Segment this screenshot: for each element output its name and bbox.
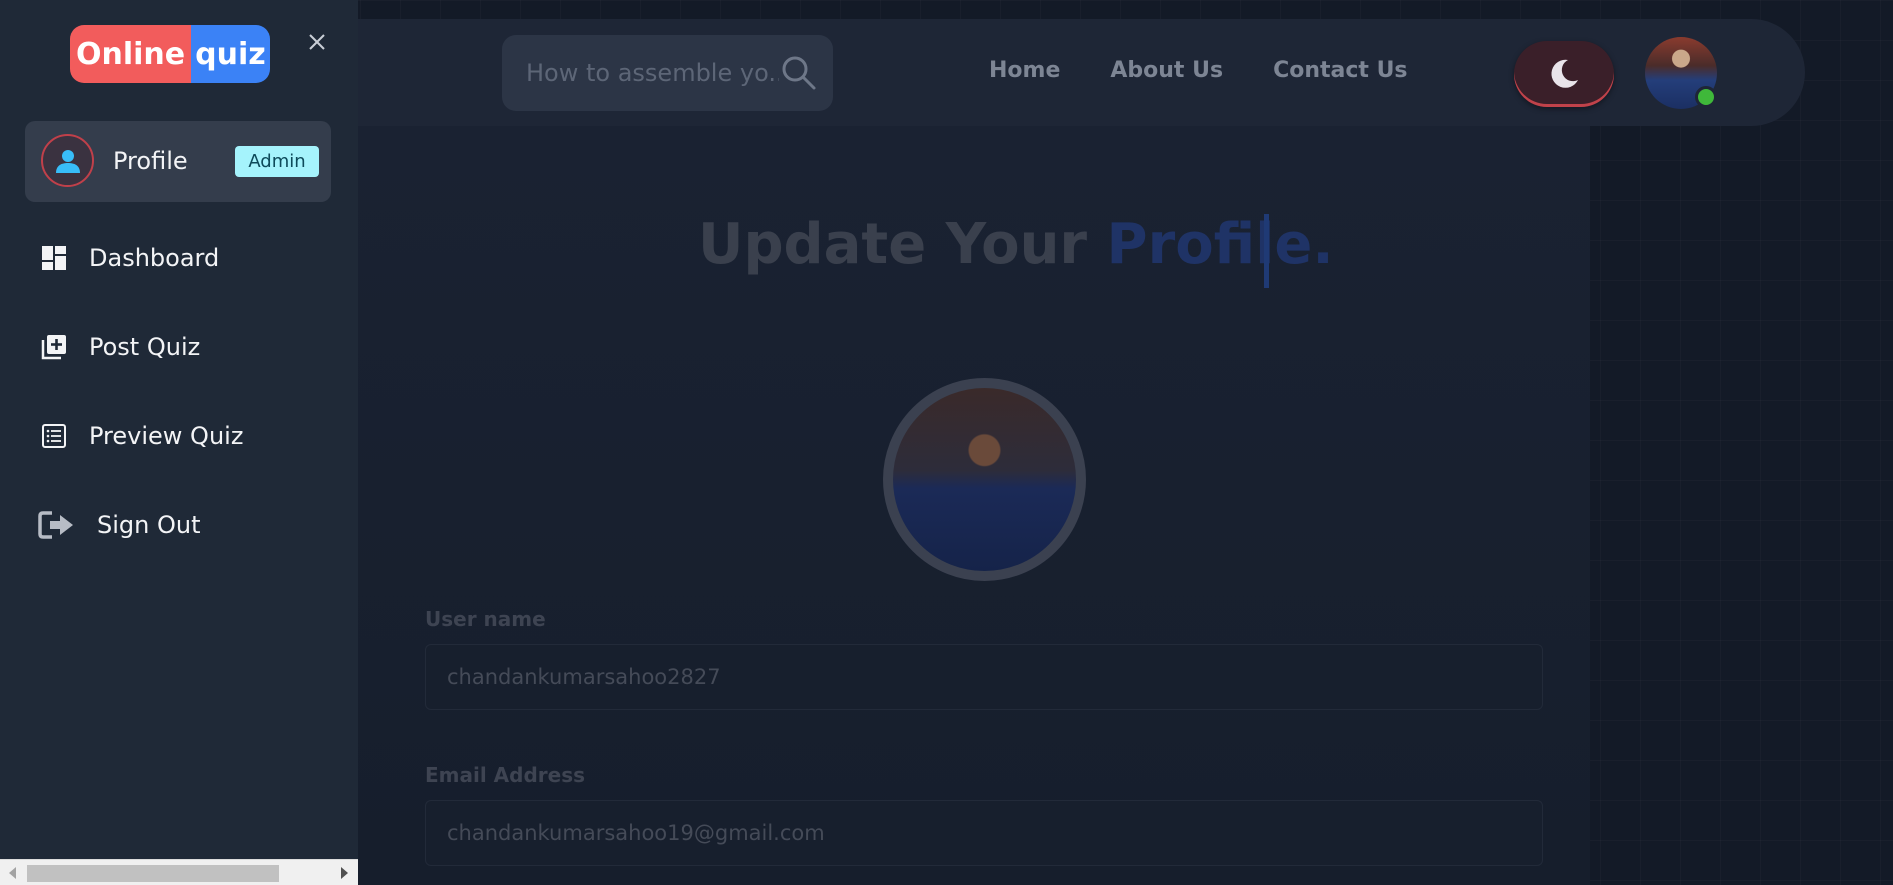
post-quiz-icon bbox=[40, 333, 68, 361]
sidebar-item-preview-quiz[interactable]: Preview Quiz bbox=[40, 422, 243, 450]
profile-label: Profile bbox=[113, 147, 188, 175]
scrollbar-thumb[interactable] bbox=[27, 865, 279, 882]
moon-icon bbox=[1551, 59, 1578, 88]
page-title: Update Your Profile. bbox=[698, 212, 1334, 277]
username-field[interactable]: chandankumarsahoo2827 bbox=[425, 644, 1543, 710]
profile-photo[interactable] bbox=[883, 378, 1086, 581]
sidebar-item-label: Post Quiz bbox=[89, 333, 201, 361]
nav-links: Home About Us Contact Us bbox=[989, 58, 1408, 83]
logo-part-quiz: quiz bbox=[191, 25, 270, 83]
sidebar-item-dashboard[interactable]: Dashboard bbox=[40, 244, 219, 272]
close-icon bbox=[309, 34, 325, 50]
nav-contact-us[interactable]: Contact Us bbox=[1273, 58, 1407, 83]
preview-quiz-icon bbox=[40, 422, 68, 450]
sidebar-item-label: Dashboard bbox=[89, 244, 220, 272]
username-label: User name bbox=[425, 607, 546, 631]
theme-toggle-button[interactable] bbox=[1514, 41, 1614, 107]
email-field[interactable]: chandankumarsahoo19@gmail.com bbox=[425, 800, 1543, 866]
logo-part-online: Online bbox=[70, 25, 192, 83]
search-input[interactable] bbox=[526, 59, 779, 87]
scroll-left-icon[interactable] bbox=[9, 867, 16, 879]
user-icon bbox=[55, 149, 80, 173]
dashboard-icon bbox=[40, 244, 68, 272]
sidebar-item-sign-out[interactable]: Sign Out bbox=[38, 511, 201, 539]
nav-about-us[interactable]: About Us bbox=[1110, 58, 1223, 83]
sidebar-item-profile[interactable]: Profile Admin bbox=[25, 121, 331, 202]
app-logo[interactable]: Online quiz bbox=[70, 25, 270, 83]
scroll-right-icon[interactable] bbox=[341, 867, 348, 879]
sidebar-item-label: Preview Quiz bbox=[89, 422, 244, 450]
nav-home[interactable]: Home bbox=[989, 58, 1060, 83]
sign-out-icon bbox=[38, 511, 76, 539]
username-value: chandankumarsahoo2827 bbox=[447, 665, 721, 689]
typing-cursor bbox=[1264, 214, 1269, 288]
close-sidebar-button[interactable] bbox=[302, 27, 332, 57]
profile-avatar bbox=[41, 134, 94, 187]
page-title-prefix: Update Your bbox=[698, 212, 1107, 277]
email-label: Email Address bbox=[425, 763, 586, 787]
search-icon[interactable] bbox=[779, 53, 819, 93]
sidebar: Online quiz Profile Admin Dashboard Post… bbox=[0, 0, 358, 885]
online-status-indicator bbox=[1695, 86, 1717, 108]
page-title-accent: Profile. bbox=[1106, 212, 1334, 277]
sidebar-item-label: Sign Out bbox=[97, 511, 201, 539]
search-bar bbox=[502, 35, 833, 111]
admin-badge: Admin bbox=[235, 146, 319, 177]
horizontal-scrollbar[interactable] bbox=[0, 859, 358, 885]
email-value: chandankumarsahoo19@gmail.com bbox=[447, 821, 825, 845]
sidebar-item-post-quiz[interactable]: Post Quiz bbox=[40, 333, 200, 361]
